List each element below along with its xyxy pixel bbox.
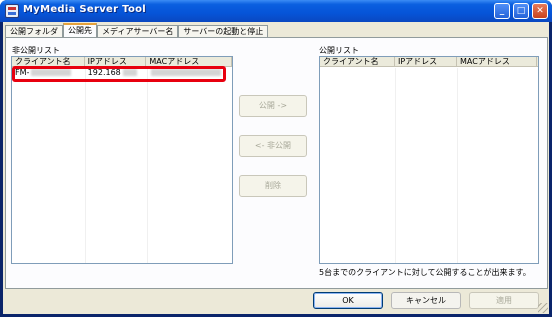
tab-panel: 非公開リスト クライアント名 IPアドレス MACアドレス FM- 192.16… <box>5 37 548 289</box>
unpublish-button[interactable]: <- 非公開 <box>239 135 307 157</box>
ok-button[interactable]: OK <box>313 292 383 309</box>
cancel-button[interactable]: キャンセル <box>391 292 461 309</box>
column-client-name[interactable]: クライアント名 <box>12 57 85 66</box>
column-client-name[interactable]: クライアント名 <box>320 57 395 66</box>
resize-grip-icon[interactable] <box>538 303 548 313</box>
apply-button[interactable]: 適用 <box>469 292 539 309</box>
private-list-label: 非公開リスト <box>12 46 60 55</box>
column-ip-address[interactable]: IPアドレス <box>395 57 457 66</box>
public-list-label: 公開リスト <box>319 46 359 55</box>
maximize-icon[interactable]: □ <box>513 3 529 19</box>
dialog-body: 公開フォルダ 公開先 メディアサーバー名 サーバーの起動と停止 非公開リスト ク… <box>3 22 549 314</box>
window-title: MyMedia Server Tool <box>23 4 147 15</box>
column-mac-address[interactable]: MACアドレス <box>146 57 232 66</box>
public-list[interactable]: クライアント名 IPアドレス MACアドレス <box>319 56 539 264</box>
column-mac-address[interactable]: MACアドレス <box>457 57 537 66</box>
public-list-header: クライアント名 IPアドレス MACアドレス <box>320 57 538 67</box>
tab-publish-target[interactable]: 公開先 <box>63 23 97 38</box>
close-icon[interactable]: ✕ <box>532 3 548 19</box>
app-window: MyMedia Server Tool _ □ ✕ 公開フォルダ 公開先 メディ… <box>0 0 552 317</box>
delete-button[interactable]: 削除 <box>239 175 307 197</box>
publish-button[interactable]: 公開 -> <box>239 95 307 117</box>
client-limit-note: 5台までのクライアントに対して公開することが出来ます。 <box>319 268 531 277</box>
column-ip-address[interactable]: IPアドレス <box>85 57 147 66</box>
minimize-icon[interactable]: _ <box>494 3 510 19</box>
private-list[interactable]: クライアント名 IPアドレス MACアドレス FM- 192.168 <box>11 56 233 264</box>
tab-strip: 公開フォルダ 公開先 メディアサーバー名 サーバーの起動と停止 <box>5 23 269 38</box>
app-icon <box>5 4 19 18</box>
highlight-box <box>12 66 226 82</box>
title-bar[interactable]: MyMedia Server Tool _ □ ✕ <box>0 0 552 22</box>
